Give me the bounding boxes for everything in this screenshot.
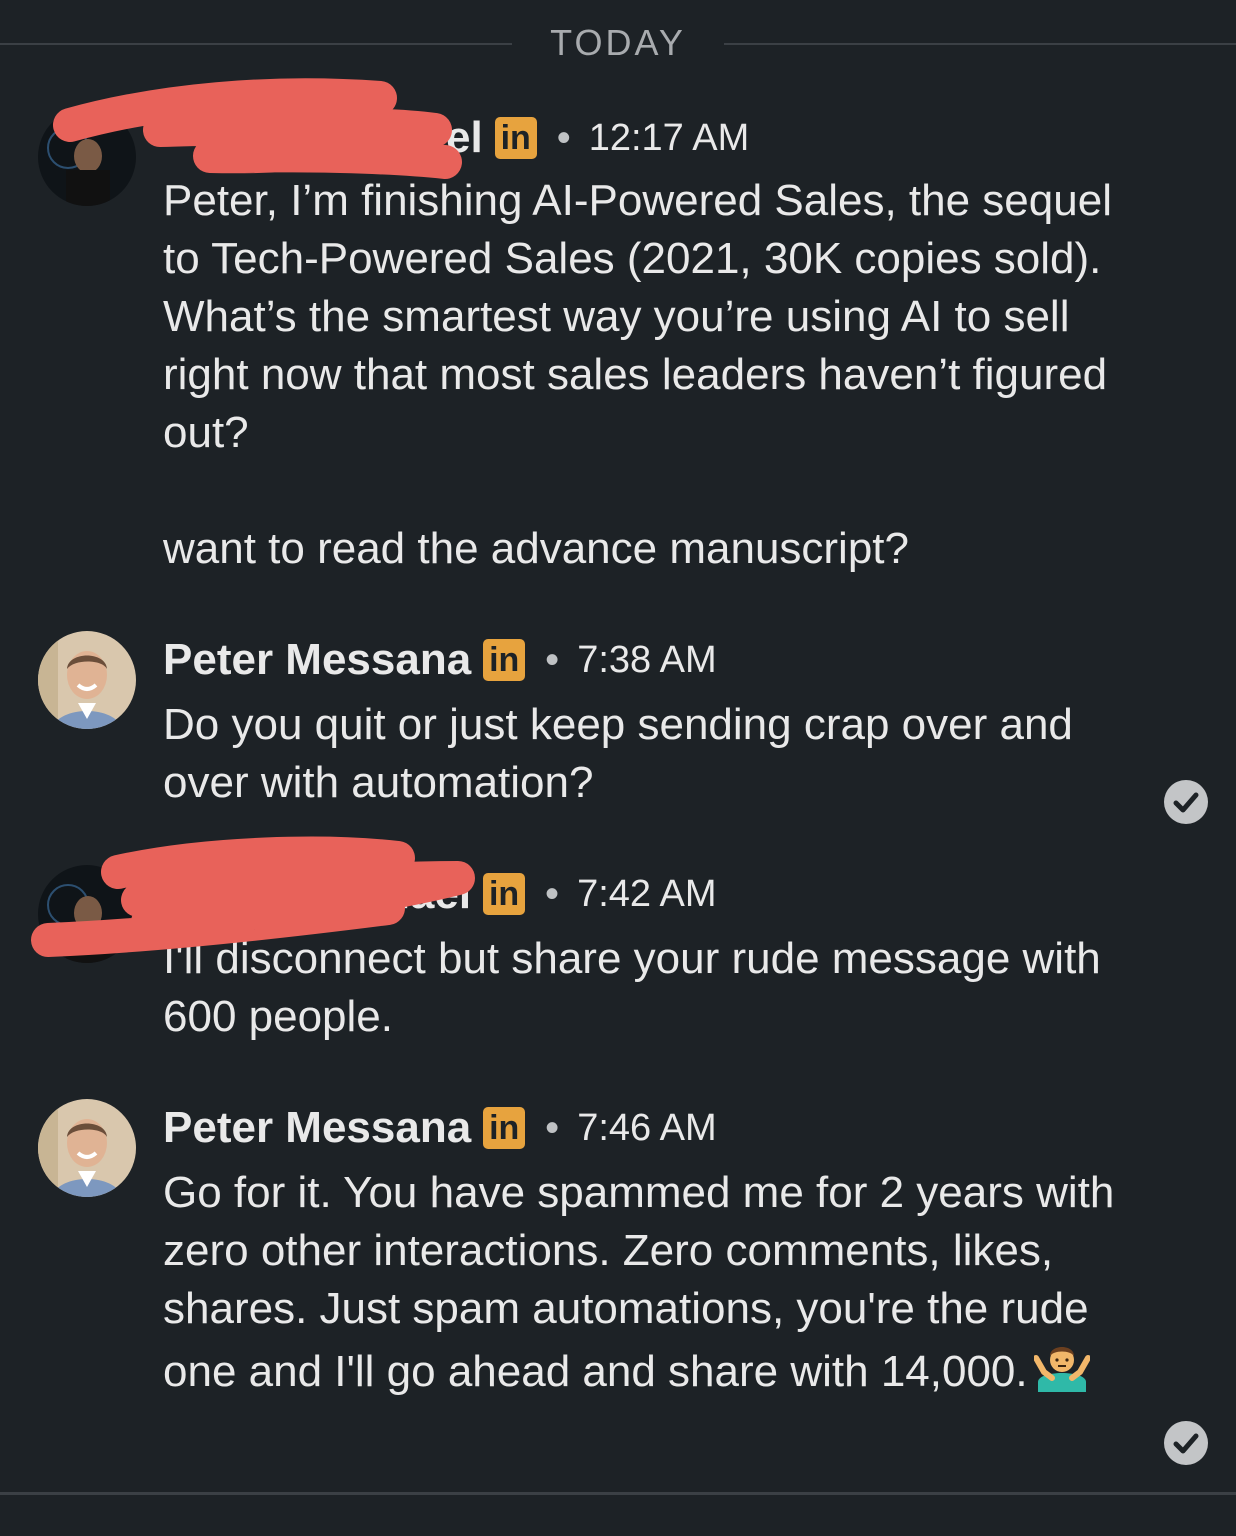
linkedin-icon: in [483,639,526,681]
message-timestamp: 7:42 AM [577,872,717,915]
message-header: hael in • 7:42 AM [163,866,716,922]
sender-avatar[interactable] [38,1099,136,1197]
separator-dot: • [556,115,571,160]
sender-avatar[interactable] [38,865,136,963]
message-timestamp: 12:17 AM [588,116,750,159]
message-header: Peter Messana in • 7:46 AM [163,1100,717,1156]
message-body: Do you quit or just keep sending crap ov… [163,696,1123,812]
day-divider-label: TODAY [550,22,686,63]
message-header: el in • 12:17 AM [163,110,749,166]
separator-dot: • [545,637,560,682]
separator-dot: • [545,1105,560,1150]
sender-name[interactable]: hael [383,869,471,919]
linkedin-icon: in [494,117,537,159]
message-paragraph: I'll disconnect but share your rude mess… [163,934,1101,1041]
sender-avatar[interactable] [38,108,136,206]
divider-line-right [724,43,1236,45]
message-timestamp: 7:38 AM [577,638,717,681]
read-receipt-icon [1164,780,1208,824]
message-paragraph: Go for it. You have spammed me for 2 yea… [163,1164,1123,1407]
message-paragraph: Do you quit or just keep sending crap ov… [163,700,1073,807]
message-body: Peter, I’m finishing AI-Powered Sales, t… [163,172,1123,578]
sender-name[interactable]: Peter Messana [163,635,471,685]
message-header: Peter Messana in • 7:38 AM [163,632,717,688]
sender-name[interactable]: Peter Messana [163,1103,471,1153]
linkedin-icon: in [483,1107,526,1149]
day-divider: TODAY [0,18,1236,70]
linkedin-icon: in [483,873,526,915]
sender-avatar[interactable] [38,631,136,729]
message-body: I'll disconnect but share your rude mess… [163,930,1123,1046]
message-timestamp: 7:46 AM [577,1106,717,1149]
composer-divider [0,1492,1236,1495]
sender-name[interactable]: el [446,113,483,163]
divider-line-left [0,43,512,45]
message-paragraph: want to read the advance manuscript? [163,524,910,573]
message-body: Go for it. You have spammed me for 2 yea… [163,1164,1123,1407]
message-paragraph: Peter, I’m finishing AI-Powered Sales, t… [163,176,1112,457]
separator-dot: • [545,871,560,916]
shrug-emoji [1032,1338,1091,1407]
read-receipt-icon [1164,1421,1208,1465]
message-text: Go for it. You have spammed me for 2 yea… [163,1168,1115,1396]
